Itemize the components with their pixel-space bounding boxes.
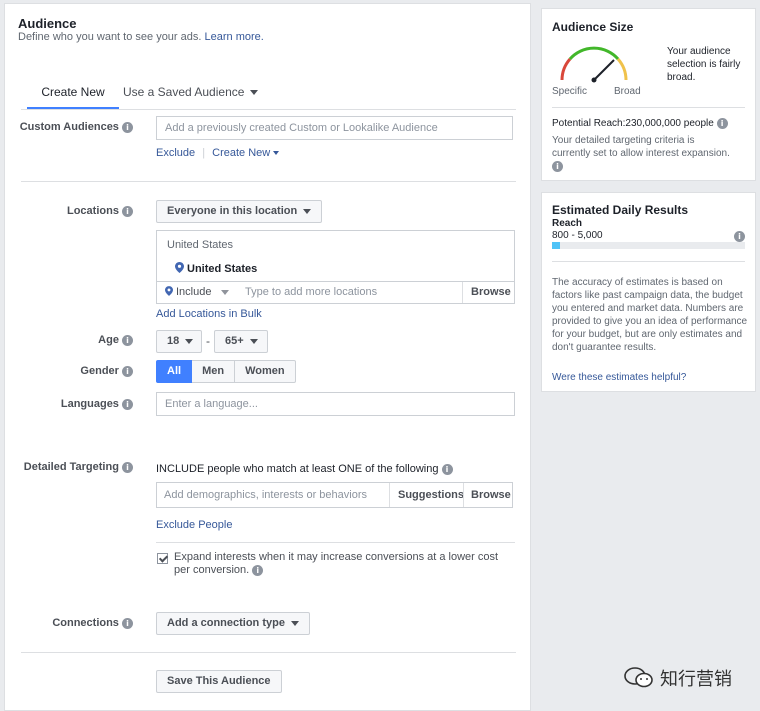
divider <box>552 261 745 262</box>
gender-men-button[interactable]: Men <box>192 360 236 383</box>
divider <box>21 652 516 653</box>
audience-size-panel: Audience Size Specific Broad Your audien… <box>541 8 756 181</box>
detailed-targeting-label: Detailed Targeting i <box>5 461 133 473</box>
info-icon[interactable]: i <box>122 617 133 629</box>
gauge-broad-label: Broad <box>614 86 641 97</box>
custom-audiences-actions: Exclude | Create New <box>156 147 280 159</box>
chevron-down-icon <box>250 90 259 96</box>
suggestions-button[interactable]: Suggestions <box>389 483 464 507</box>
potential-reach: Potential Reach:230,000,000 people i <box>552 118 728 129</box>
audience-gauge <box>560 46 628 83</box>
age-max-select[interactable]: 65+ <box>214 330 268 353</box>
connections-label: Connections i <box>5 617 133 629</box>
chevron-down-icon <box>221 289 230 295</box>
wechat-icon <box>624 667 653 688</box>
chevron-down-icon <box>290 620 299 626</box>
age-dash: - <box>206 334 210 348</box>
add-locations-bulk-link[interactable]: Add Locations in Bulk <box>156 308 262 320</box>
audience-size-title: Audience Size <box>552 20 634 34</box>
gender-all-button[interactable]: All <box>156 360 193 383</box>
audience-subtitle: Define who you want to see your ads. Lea… <box>18 31 264 43</box>
exclude-link[interactable]: Exclude <box>156 147 195 159</box>
watermark: 知行营销 <box>624 665 732 691</box>
browse-locations-button[interactable]: Browse <box>462 282 511 303</box>
gauge-specific-label: Specific <box>552 86 588 97</box>
location-type-dropdown[interactable]: Everyone in this location <box>156 200 323 223</box>
custom-audiences-input[interactable]: Add a previously created Custom or Looka… <box>156 116 513 140</box>
detailed-targeting-search: Add demographics, interests or behaviors… <box>156 482 513 508</box>
daily-results-panel: Estimated Daily Results Reach 800 - 5,00… <box>541 192 756 392</box>
chevron-down-icon <box>303 208 312 214</box>
reach-label: Reach <box>552 218 583 229</box>
country-header: United States <box>167 239 234 251</box>
reach-bar-fill <box>552 242 560 249</box>
include-dropdown[interactable]: Include <box>165 286 230 298</box>
info-icon[interactable]: i <box>716 118 728 129</box>
info-icon[interactable]: i <box>122 334 133 346</box>
location-pin-icon <box>175 262 184 273</box>
estimates-helpful-link[interactable]: Were these estimates helpful? <box>552 372 686 383</box>
expand-interests-text: Expand interests when it may increase co… <box>174 551 499 576</box>
gender-label: Gender i <box>5 365 133 377</box>
exclude-people-link[interactable]: Exclude People <box>156 519 232 531</box>
info-icon[interactable]: i <box>122 398 133 410</box>
age-label: Age i <box>5 334 133 346</box>
gender-women-button[interactable]: Women <box>235 360 296 383</box>
save-audience-button[interactable]: Save This Audience <box>156 670 282 693</box>
targeting-note: Your detailed targeting criteria is curr… <box>552 135 730 172</box>
audience-size-description: Your audience selection is fairly broad. <box>667 46 741 83</box>
info-icon[interactable]: i <box>122 365 133 377</box>
divider <box>21 109 516 110</box>
location-pin-icon <box>165 286 173 296</box>
locations-label: Locations i <box>5 205 133 217</box>
chevron-down-icon <box>185 338 194 344</box>
reach-value: 800 - 5,000 <box>552 230 603 241</box>
create-new-link[interactable]: Create New <box>212 147 280 159</box>
info-icon[interactable]: i <box>441 463 453 475</box>
daily-results-title: Estimated Daily Results <box>552 203 689 217</box>
location-search-input[interactable]: Type to add more locations <box>245 286 377 298</box>
language-input[interactable]: Enter a language... <box>156 392 515 416</box>
languages-label: Languages i <box>5 398 133 410</box>
info-icon[interactable]: i <box>122 205 133 217</box>
browse-targeting-button[interactable]: Browse <box>463 483 511 507</box>
info-icon[interactable]: i <box>552 160 563 172</box>
info-icon[interactable]: i <box>252 564 264 576</box>
custom-audiences-label: Custom Audiences i <box>5 121 133 133</box>
chevron-down-icon <box>249 338 258 344</box>
selected-locations-box: United States United States <box>156 230 515 282</box>
include-criteria-text: INCLUDE people who match at least ONE of… <box>156 463 453 475</box>
tab-create-new[interactable]: Create New <box>27 79 119 109</box>
gender-selector: All Men Women <box>156 360 296 383</box>
info-icon[interactable]: i <box>122 461 133 473</box>
add-connection-type-button[interactable]: Add a connection type <box>156 612 310 635</box>
divider <box>156 542 515 543</box>
estimates-disclaimer: The accuracy of estimates is based on fa… <box>552 277 748 353</box>
gauge-needle <box>593 59 615 81</box>
info-icon[interactable]: i <box>122 121 133 133</box>
age-min-select[interactable]: 18 <box>156 330 202 353</box>
watermark-text: 知行营销 <box>660 669 732 690</box>
location-search-row: Include Type to add more locations Brows… <box>156 281 515 304</box>
separator: | <box>202 147 206 159</box>
learn-more-link[interactable]: Learn more. <box>205 31 264 43</box>
audience-panel: Audience Define who you want to see your… <box>4 3 531 711</box>
expand-interests-checkbox[interactable] <box>157 553 168 564</box>
selected-location[interactable]: United States <box>175 262 257 275</box>
tab-saved-audience[interactable]: Use a Saved Audience <box>123 79 259 109</box>
chevron-down-icon <box>273 151 280 156</box>
reach-bar <box>552 242 745 249</box>
audience-title: Audience <box>18 16 77 31</box>
detailed-targeting-input[interactable]: Add demographics, interests or behaviors <box>164 489 367 501</box>
divider <box>552 107 745 108</box>
info-icon[interactable]: i <box>734 231 745 242</box>
divider <box>21 181 516 182</box>
